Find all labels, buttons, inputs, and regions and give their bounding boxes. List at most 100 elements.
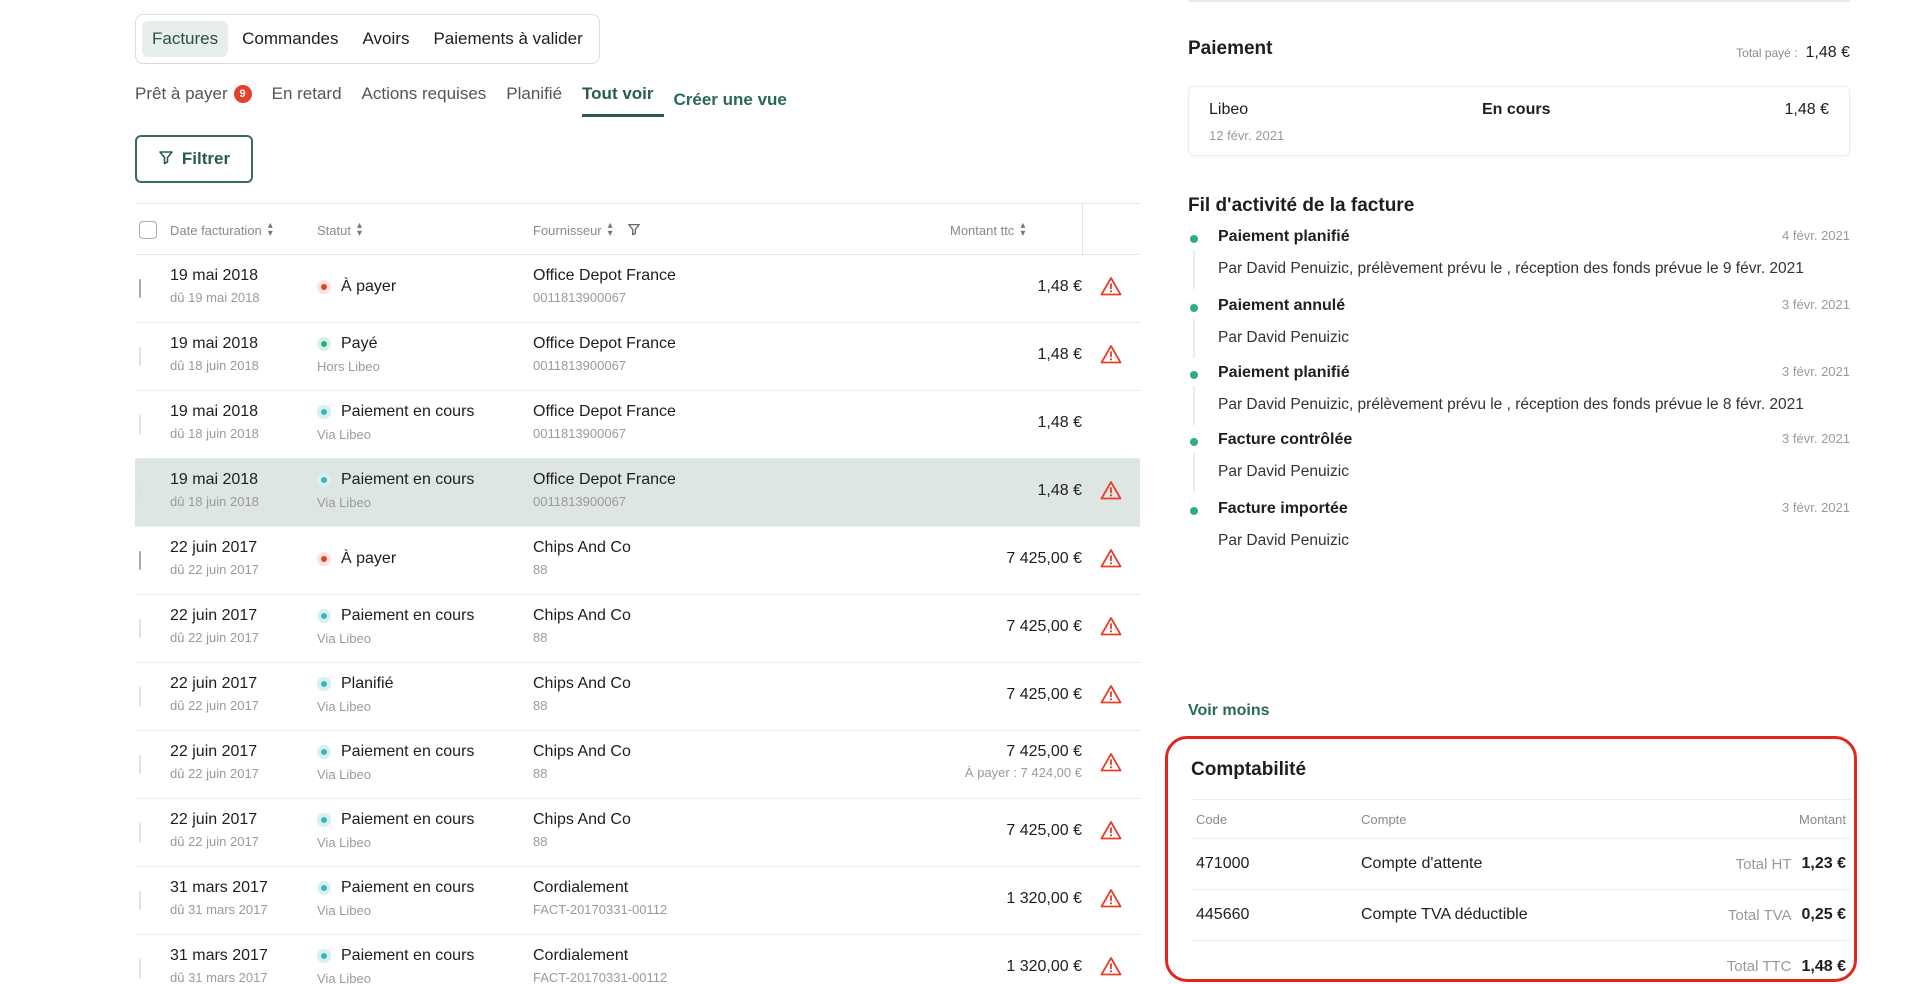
filter-button[interactable]: Filtrer [135,135,253,183]
invoice-detail-panel: Paiement Total payé : 1,48 € Libeo 12 fév… [1165,0,1865,984]
account-amount: Total TVA 0,25 € [1728,890,1846,940]
table-row[interactable]: 22 juin 2017 dû 22 juin 2017 À payer Chips … [135,527,1140,595]
supplier-name: Chips And Co [533,811,631,828]
sort-icon: ▴ ▾ [267,220,273,239]
row-checkbox[interactable] [139,619,141,638]
activity-description: Par David Penuizic [1218,532,1349,549]
header-supplier[interactable]: Fournisseur ▴ ▾ [533,204,641,256]
warning-icon[interactable] [1100,548,1122,573]
status-cell: Paiement en cours Via Libeo [317,607,474,646]
status-cell: Paiement en cours Via Libeo [317,811,474,850]
table-row[interactable]: 31 mars 2017 dû 31 mars 2017 Paiement en c… [135,935,1140,984]
amount-cell: 1,48 € [1038,346,1082,364]
select-all-checkbox[interactable] [139,221,157,239]
status-cell: À payer [317,550,396,568]
activity-dot-icon [1190,235,1198,243]
sort-icon: ▴ ▾ [1020,220,1026,239]
warning-icon[interactable] [1100,888,1122,913]
warning-icon[interactable] [1100,956,1122,981]
date-cell: 22 juin 2017 dû 22 juin 2017 [170,607,259,645]
view-planifie[interactable]: Planifié [506,82,572,114]
invoices-table: Date facturation ▴ ▾ Statut ▴ ▾ Fournisseu… [135,203,1140,984]
table-row[interactable]: 19 mai 2018 dû 18 juin 2018 Paiement en co… [135,459,1140,527]
row-checkbox[interactable] [139,755,141,774]
tab-paiements-a-valider[interactable]: Paiements à valider [423,21,592,57]
accounting-section-title: Comptabilité [1191,759,1307,780]
warning-icon[interactable] [1100,684,1122,709]
status-detail: Via Libeo [317,631,371,646]
column-filter-icon[interactable] [627,222,641,239]
view-pret-a-payer[interactable]: Prêt à payer 9 [135,82,262,114]
create-view-link[interactable]: Créer une vue [674,82,797,120]
invoice-amount: 7 425,00 € [1006,743,1082,760]
row-checkbox[interactable] [139,891,141,910]
tab-factures[interactable]: Factures [142,21,229,57]
table-row[interactable]: 19 mai 2018 dû 18 juin 2018 Payé Hors Libeo… [135,323,1140,391]
table-row[interactable]: 22 juin 2017 dû 22 juin 2017 Paiement en c… [135,595,1140,663]
view-tout-voir[interactable]: Tout voir [582,82,664,117]
activity-title: Facture contrôlée [1218,431,1353,448]
warning-icon[interactable] [1100,344,1122,369]
header-status[interactable]: Statut ▴ ▾ [317,204,362,256]
total-value: 1,48 € [1801,957,1846,975]
warning-icon[interactable] [1100,276,1122,301]
total-amount: Total TTC 1,48 € [1727,941,1846,984]
invoice-reference: 88 [533,630,548,645]
invoice-reference: FACT-20170331-00112 [533,970,668,984]
due-date: dû 22 juin 2017 [170,766,259,781]
invoice-list-panel: Factures Commandes Avoirs Paiements à va… [0,0,1140,984]
row-checkbox-cell [139,483,141,502]
table-row[interactable]: 19 mai 2018 dû 19 mai 2018 À payer Office D… [135,255,1140,323]
date-cell: 22 juin 2017 dû 22 juin 2017 [170,675,259,713]
timeline-connector [1193,453,1195,492]
warning-icon[interactable] [1100,616,1122,641]
table-row[interactable]: 22 juin 2017 dû 22 juin 2017 Planifié Via L… [135,663,1140,731]
header-amount[interactable]: Montant ttc ▴ ▾ [950,204,1025,256]
tab-commandes[interactable]: Commandes [232,21,348,57]
date-cell: 19 mai 2018 dû 18 juin 2018 [170,335,259,373]
activity-title: Paiement planifié [1218,364,1350,381]
row-checkbox[interactable] [139,347,141,366]
row-checkbox[interactable] [139,687,141,706]
table-row[interactable]: 19 mai 2018 dû 18 juin 2018 Paiement en co… [135,391,1140,459]
warning-icon[interactable] [1100,752,1122,777]
view-en-retard[interactable]: En retard [272,82,352,114]
table-row[interactable]: 22 juin 2017 dû 22 juin 2017 Paiement en c… [135,731,1140,799]
table-row[interactable]: 22 juin 2017 dû 22 juin 2017 Paiement en c… [135,799,1140,867]
header-date[interactable]: Date facturation ▴ ▾ [170,204,273,256]
invoice-amount: 1,48 € [1037,482,1082,499]
payment-card[interactable]: Libeo 12 févr. 2021 En cours 1,48 € [1188,86,1850,156]
account-code: 471000 [1196,855,1250,872]
status-cell: Payé Hors Libeo [317,335,380,374]
row-checkbox-cell [139,959,141,978]
header-date-label: Date facturation [170,222,262,238]
row-checkbox[interactable] [139,279,141,298]
row-checkbox[interactable] [139,415,141,434]
due-date: dû 31 mars 2017 [170,970,268,984]
status-dot-icon [317,813,331,827]
row-checkbox-cell [139,551,141,570]
see-less-link[interactable]: Voir moins [1188,702,1270,720]
date-cell: 31 mars 2017 dû 31 mars 2017 [170,879,268,917]
accounting-section: Comptabilité Code Compte Montant 471000 … [1165,736,1857,982]
supplier-name: Chips And Co [533,675,631,692]
account-code: 445660 [1196,906,1250,923]
row-checkbox[interactable] [139,959,141,978]
row-checkbox[interactable] [139,823,141,842]
warning-icon[interactable] [1100,480,1122,505]
warning-icon[interactable] [1100,820,1122,845]
status-label: Paiement en cours [341,947,475,964]
row-checkbox[interactable] [139,483,141,502]
tab-avoirs[interactable]: Avoirs [353,21,420,57]
status-label: Paiement en cours [341,743,475,760]
amount-remaining: À payer : 7 424,00 € [964,765,1082,780]
row-checkbox[interactable] [139,551,141,570]
due-date: dû 22 juin 2017 [170,698,259,713]
payment-date: 12 févr. 2021 [1209,128,1285,143]
filter-icon [158,149,174,170]
view-actions-requises[interactable]: Actions requises [362,82,497,114]
table-row[interactable]: 31 mars 2017 dû 31 mars 2017 Paiement en c… [135,867,1140,935]
payment-status: En cours [1482,101,1551,118]
supplier-cell: Chips And Co 88 [533,811,631,849]
account-name: Compte d'attente [1361,855,1483,872]
